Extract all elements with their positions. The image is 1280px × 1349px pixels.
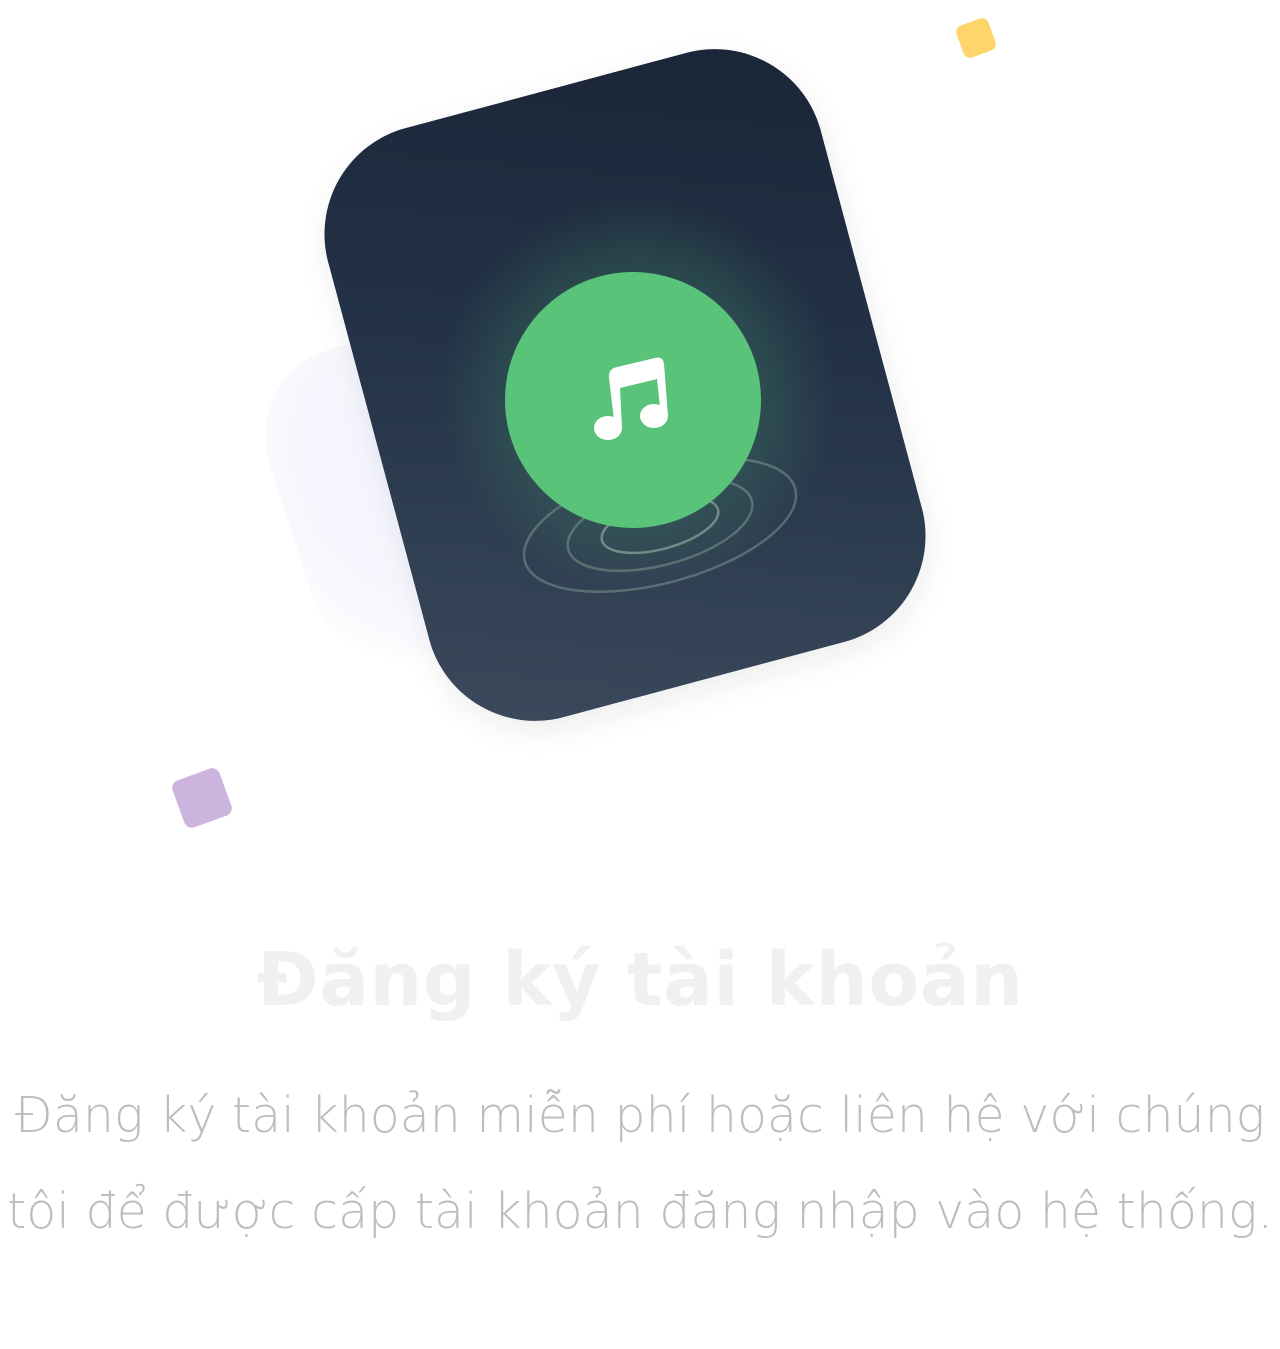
onboarding-illustration: [0, 0, 1280, 900]
page-title: Đăng ký tài khoản: [256, 937, 1024, 1023]
music-disc: [505, 272, 761, 528]
purple-confetti-shape: [169, 765, 235, 831]
yellow-confetti-shape: [954, 16, 998, 60]
music-note-icon: [594, 357, 668, 440]
page-description: Đăng ký tài khoản miễn phí hoặc liên hệ …: [7, 1087, 1273, 1240]
